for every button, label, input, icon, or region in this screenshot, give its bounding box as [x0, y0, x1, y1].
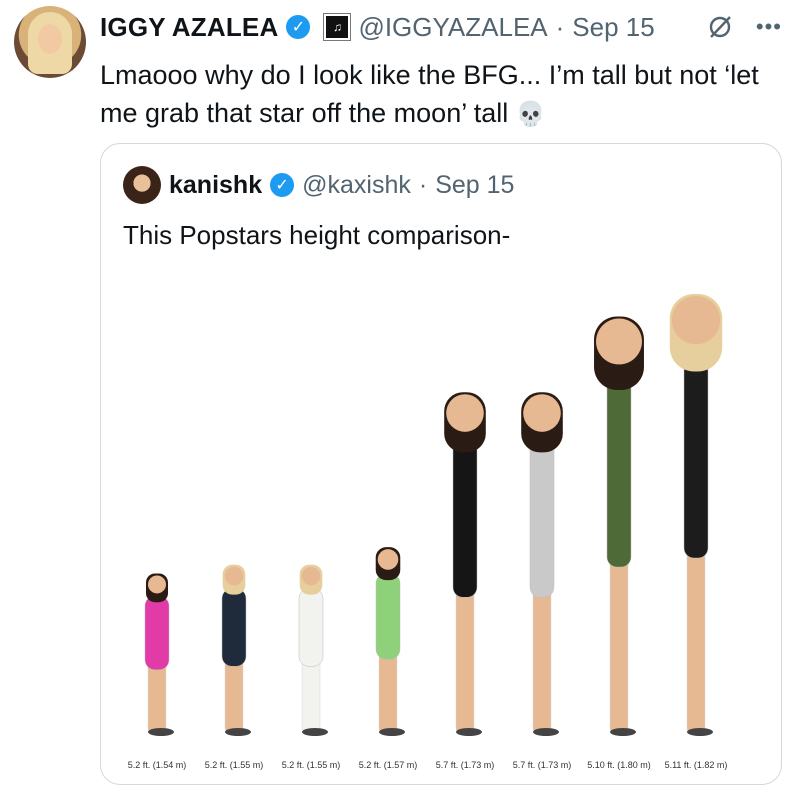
- quoted-tweet[interactable]: kanishk ✓ @kaxishk · Sep 15 This Popstar…: [100, 143, 782, 785]
- verified-badge-icon[interactable]: ✓: [286, 15, 311, 39]
- figure-head: [301, 566, 321, 586]
- height-label: 5.7 ft. (1.73 m): [436, 760, 495, 770]
- height-label: 5.11 ft. (1.82 m): [665, 760, 728, 770]
- figure-feet: [533, 728, 559, 736]
- author-handle[interactable]: @IGGYAZALEA: [358, 12, 547, 43]
- height-figure: [594, 316, 644, 736]
- height-label: 5.2 ft. (1.57 m): [359, 760, 418, 770]
- height-figure: [144, 573, 174, 736]
- height-label: 5.10 ft. (1.80 m): [587, 760, 651, 770]
- tweet-text: Lmaooo why do I look like the BFG... I’m…: [100, 56, 780, 134]
- height-label: 5.2 ft. (1.54 m): [128, 760, 187, 770]
- figure-feet: [379, 728, 405, 736]
- figure-feet: [302, 728, 328, 736]
- avatar-face: [38, 24, 62, 54]
- figure-outfit: [529, 439, 555, 598]
- figure-head: [148, 575, 166, 594]
- height-figure: [221, 564, 251, 736]
- figure-feet: [148, 728, 174, 736]
- height-comparison-image[interactable]: 5.2 ft. (1.54 m) 5.2 ft. (1.55 m) 5.2 ft. …: [101, 282, 781, 782]
- height-figure: [521, 392, 563, 736]
- separator-dot: ·: [555, 11, 565, 42]
- figure-head: [224, 566, 244, 586]
- height-figure: [444, 392, 486, 736]
- figure-head: [671, 296, 721, 345]
- quoted-tweet-date[interactable]: Sep 15: [435, 171, 514, 200]
- tweet-header: IGGY AZALEA ✓ ♫ @IGGYAZALEA · Sep 15 •••: [100, 10, 782, 44]
- grok-icon[interactable]: [706, 13, 734, 41]
- verified-badge-icon[interactable]: ✓: [270, 173, 295, 197]
- quoted-author-handle[interactable]: @kaxishk: [302, 171, 411, 200]
- quoted-author-avatar[interactable]: [123, 166, 161, 204]
- figure-outfit: [683, 355, 709, 559]
- figure-outfit: [452, 439, 478, 598]
- author-name[interactable]: IGGY AZALEA: [100, 12, 278, 43]
- figure-outfit: [221, 588, 247, 667]
- more-icon[interactable]: •••: [756, 14, 782, 40]
- height-label: 5.7 ft. (1.73 m): [513, 760, 572, 770]
- figure-head: [523, 394, 561, 432]
- figure-feet: [456, 728, 482, 736]
- figure-feet: [687, 728, 713, 736]
- figure-head: [446, 394, 484, 432]
- quoted-tweet-header: kanishk ✓ @kaxishk · Sep 15: [123, 166, 514, 204]
- figure-outfit: [298, 588, 324, 667]
- author-avatar[interactable]: [14, 6, 86, 78]
- figure-outfit: [375, 573, 401, 660]
- figure-head: [596, 318, 642, 365]
- affiliate-badge-icon[interactable]: ♫: [323, 13, 352, 41]
- figure-head: [377, 549, 399, 570]
- height-chart: 5.2 ft. (1.54 m) 5.2 ft. (1.55 m) 5.2 ft. …: [128, 294, 728, 770]
- figure-outfit: [144, 595, 170, 671]
- quoted-tweet-text: This Popstars height comparison-: [123, 220, 511, 250]
- tweet-date[interactable]: Sep 15: [572, 12, 654, 43]
- separator-dot: ·: [418, 170, 428, 199]
- quoted-author-name[interactable]: kanishk: [169, 171, 262, 200]
- tweet-body: Lmaooo why do I look like the BFG... I’m…: [100, 60, 759, 128]
- height-figure: [375, 547, 405, 736]
- figure-outfit: [606, 374, 632, 568]
- figure-feet: [610, 728, 636, 736]
- height-label: 5.2 ft. (1.55 m): [205, 760, 264, 770]
- height-label: 5.2 ft. (1.55 m): [282, 760, 341, 770]
- skull-emoji: 💀: [515, 101, 546, 128]
- height-figure: [669, 294, 723, 736]
- height-figure: [298, 564, 328, 736]
- figure-feet: [225, 728, 251, 736]
